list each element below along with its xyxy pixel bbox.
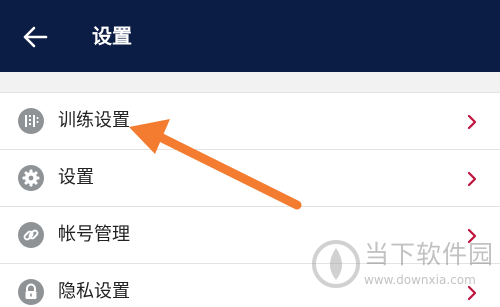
bars-icon — [18, 108, 44, 134]
settings-item-label: 训练设置 — [58, 110, 130, 131]
gear-icon — [18, 165, 44, 191]
watermark-title: 当下软件园 — [364, 240, 495, 269]
watermark-url: www.downxia.com — [364, 273, 476, 287]
settings-item-settings[interactable]: 设置 — [0, 149, 500, 206]
chevron-right-icon — [467, 114, 477, 130]
settings-item-label: 设置 — [58, 167, 94, 188]
settings-item-training[interactable]: 训练设置 — [0, 92, 500, 149]
watermark: 当下软件园 www.downxia.com — [310, 238, 500, 298]
chevron-right-icon — [467, 171, 477, 187]
app-header: 设置 — [0, 0, 500, 72]
lock-icon — [18, 279, 44, 305]
link-icon — [18, 222, 44, 248]
page-title: 设置 — [92, 24, 132, 48]
settings-item-label: 帐号管理 — [58, 224, 130, 245]
section-divider — [0, 72, 500, 92]
settings-item-label: 隐私设置 — [58, 281, 130, 302]
watermark-logo-icon — [312, 240, 360, 288]
arrow-left-icon[interactable] — [22, 24, 48, 50]
